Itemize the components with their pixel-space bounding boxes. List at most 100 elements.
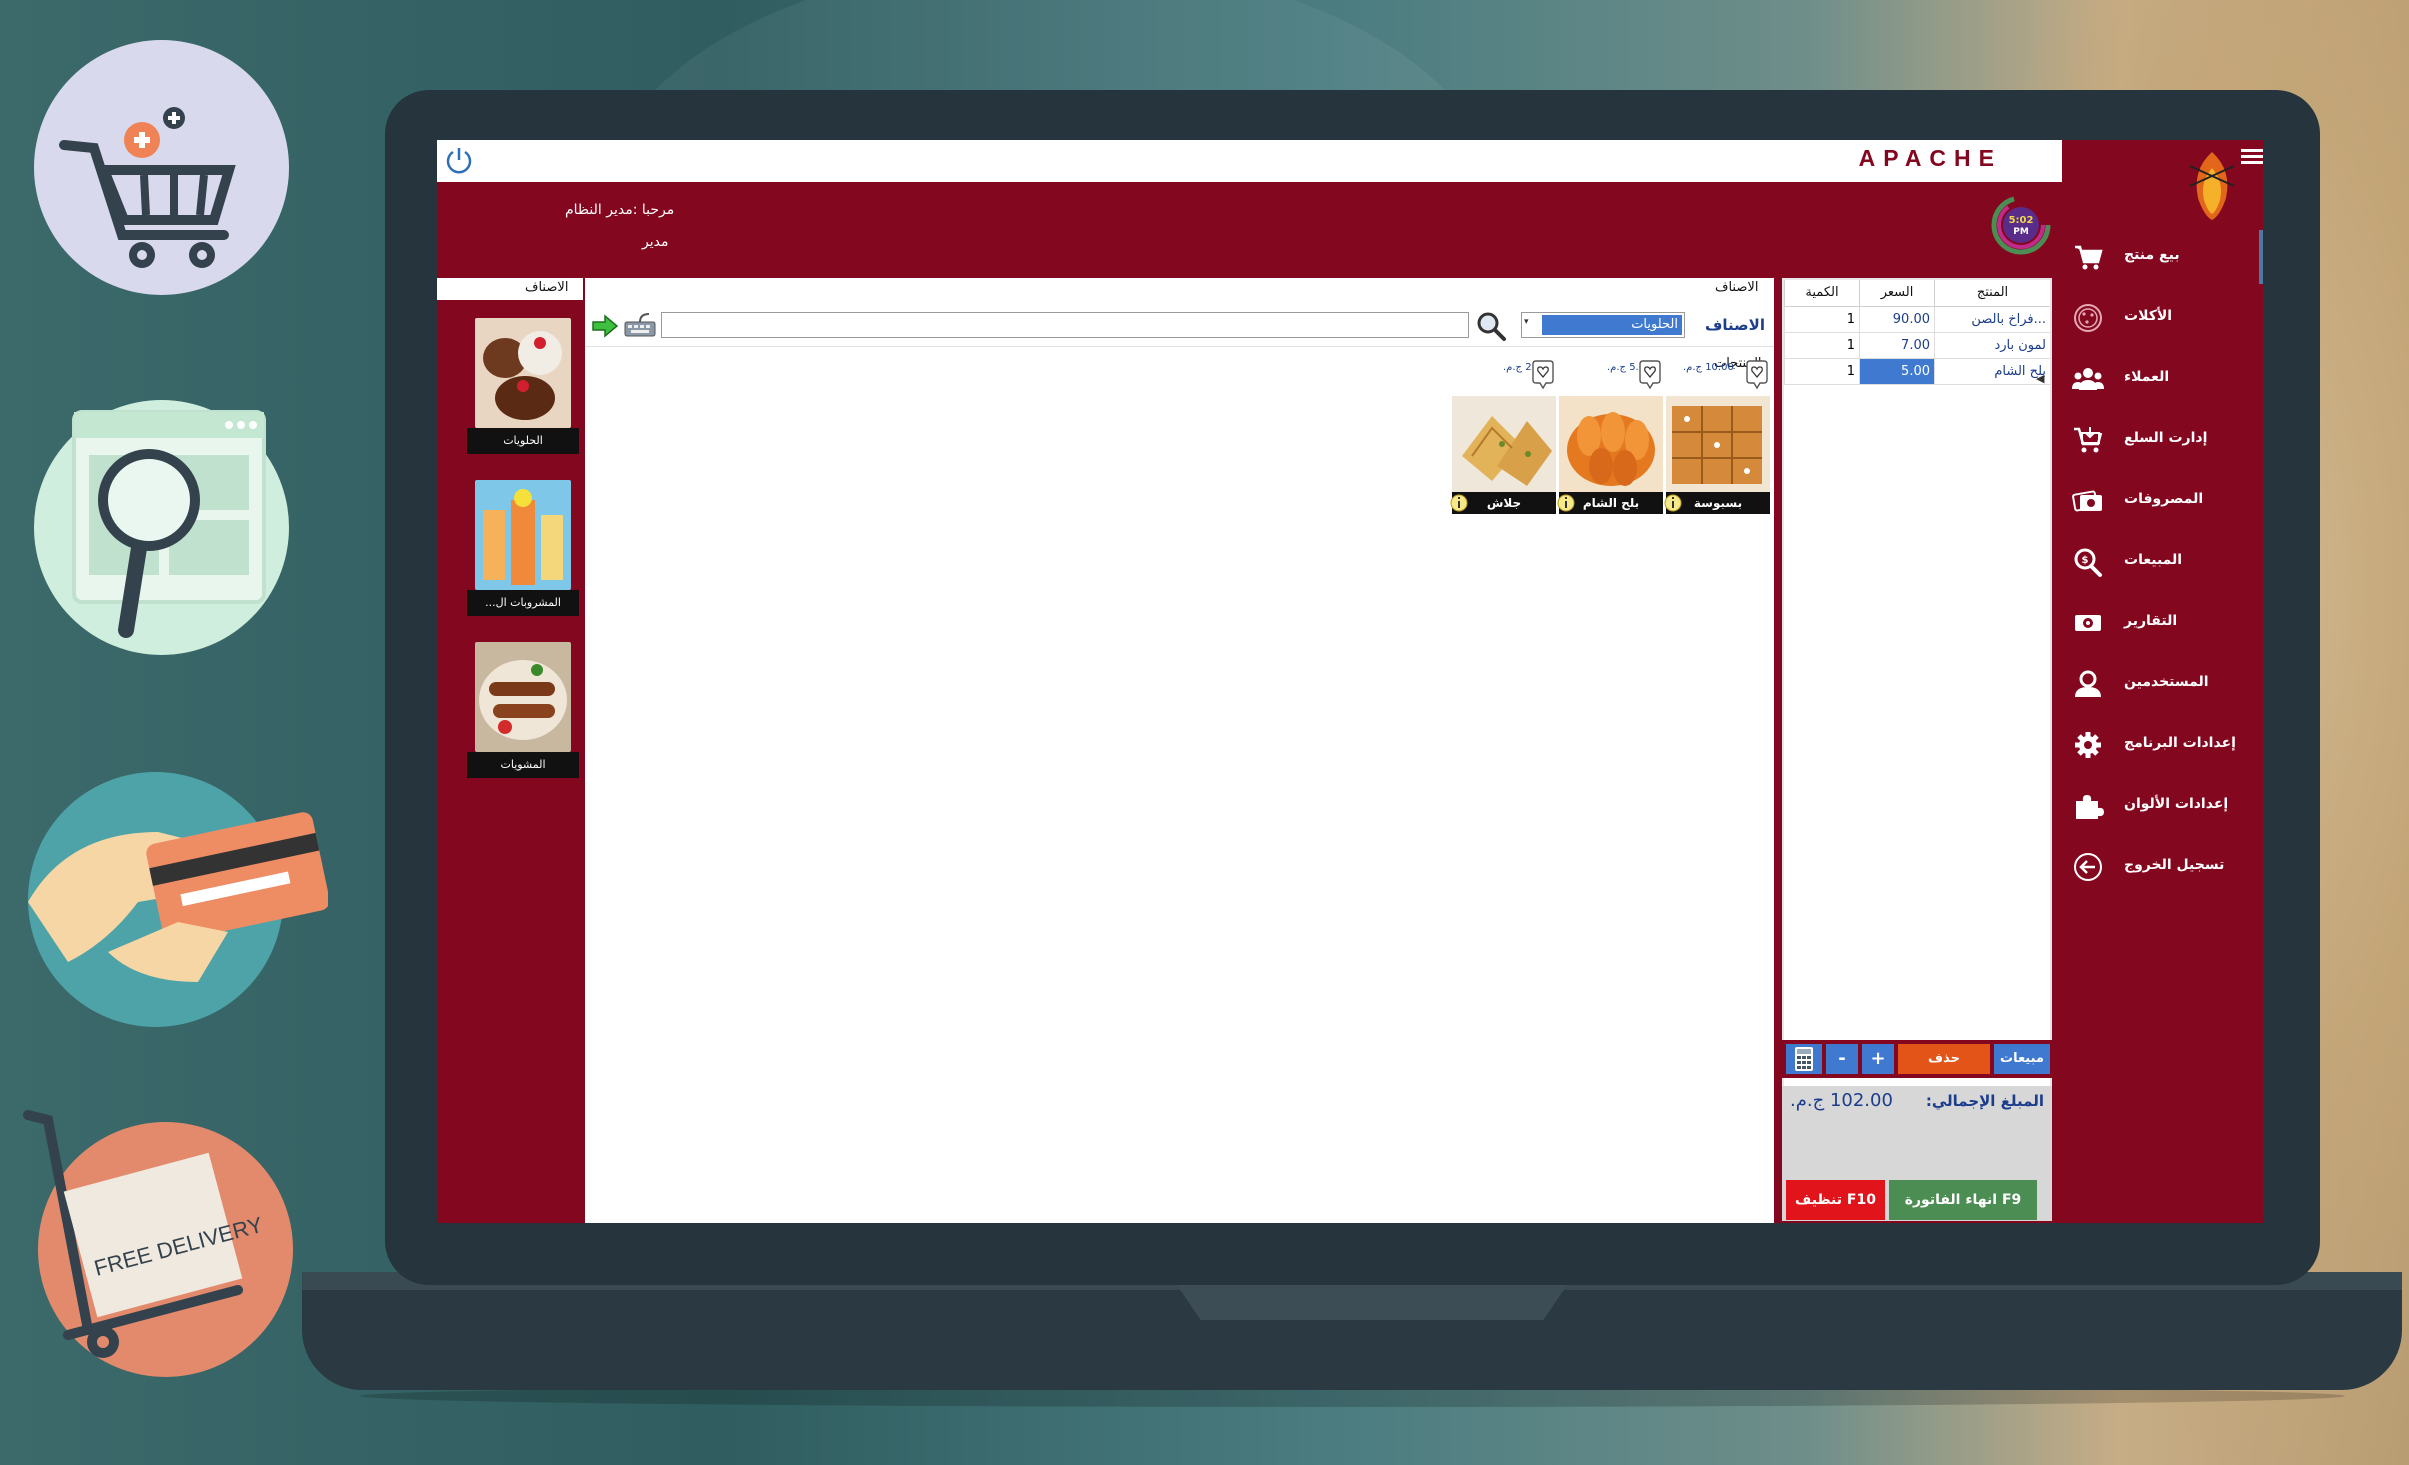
top-bar: APACHE xyxy=(437,140,2062,182)
search-input[interactable] xyxy=(661,312,1469,338)
sidebar-item-expenses[interactable]: المصروفات xyxy=(2062,474,2263,528)
cart-price[interactable]: 7.00 xyxy=(1859,332,1935,359)
product-card[interactable]: جلاش xyxy=(1450,396,1556,524)
plus-button[interactable]: + xyxy=(1862,1044,1894,1074)
sidebar-item-label: المستخدمين xyxy=(2124,674,2209,690)
minus-button[interactable]: - xyxy=(1826,1044,1858,1074)
promo-delivery-circle: FREE DELIVERY xyxy=(23,1110,293,1377)
app-brand: APACHE xyxy=(1858,145,2002,171)
svg-text:$: $ xyxy=(2082,555,2089,566)
section-label: الاصناف xyxy=(1715,280,1759,295)
sidebar-item-label: إدارت السلع xyxy=(2124,430,2208,446)
header-qty: الكمية xyxy=(1784,280,1860,307)
product-price: 10.00 ج.م. xyxy=(1683,362,1734,373)
category-select-value: الحلويات xyxy=(1542,315,1682,335)
products-panel: الاصناف الاصناف الحلويات ▾ المنتجات 10.0… xyxy=(585,278,1774,1223)
cart-price[interactable]: 5.00 xyxy=(1859,358,1935,385)
category-image-sweets xyxy=(475,318,571,428)
sidebar-item-label: الأكلات xyxy=(2124,308,2173,324)
heart-icon[interactable] xyxy=(1745,360,1769,390)
info-icon[interactable] xyxy=(1664,494,1682,512)
sales-button[interactable]: مبيعات xyxy=(1994,1044,2050,1074)
cart-product[interactable]: فراخ بالصن... xyxy=(1934,306,2050,333)
money-icon xyxy=(2072,490,2102,512)
end-invoice-button[interactable]: انهاء الفاتورة F9 xyxy=(1889,1180,2037,1220)
sidebar-item-label: إعدادات الألوان xyxy=(2124,796,2229,812)
promo-cart-circle xyxy=(34,40,289,295)
categories-title: الاصناف xyxy=(525,280,569,295)
product-card[interactable]: بسبوسة xyxy=(1664,396,1770,524)
power-icon[interactable] xyxy=(443,144,475,176)
arrow-right-icon[interactable] xyxy=(591,314,619,338)
calculator-icon xyxy=(1795,1047,1813,1071)
sidebar-item-label: التقارير xyxy=(2124,613,2178,629)
info-icon[interactable] xyxy=(1450,494,1468,512)
sidebar-item-label: المصروفات xyxy=(2124,491,2204,507)
category-name: المشويات xyxy=(467,752,579,778)
browser-search-icon xyxy=(72,410,266,638)
cart-product[interactable]: بلح الشام xyxy=(1934,358,2050,385)
table-row[interactable]: 1 5.00 بلح الشام xyxy=(1784,358,2050,385)
cart-qty[interactable]: 1 xyxy=(1784,358,1860,385)
sidebar-item-sales[interactable]: $ المبيعات xyxy=(2062,535,2263,589)
header-product: المنتج xyxy=(1934,280,2050,307)
cart-buttons: مبيعات حذف + - xyxy=(1782,1040,2052,1078)
search-sales-icon: $ xyxy=(2074,548,2102,577)
cart-qty[interactable]: 1 xyxy=(1784,332,1860,359)
category-select[interactable]: الحلويات ▾ xyxy=(1521,312,1685,338)
promo-card-circle xyxy=(28,772,328,1027)
category-name: الحلويات xyxy=(467,428,579,454)
category-card[interactable]: المشروبات ال... xyxy=(467,480,579,620)
reports-icon xyxy=(2075,615,2101,631)
sidebar-item-label: العملاء xyxy=(2124,369,2170,385)
heart-icon[interactable] xyxy=(1531,360,1555,390)
promo-browser-circle xyxy=(34,400,289,655)
welcome-text: مرحبا :مدير النظام xyxy=(565,202,675,218)
keyboard-icon[interactable] xyxy=(623,310,657,340)
total-box: المبلغ الإجمالي: 102.00 ج.م. انهاء الفات… xyxy=(1782,1086,2052,1221)
cart-download-icon xyxy=(2074,427,2103,453)
heart-icon[interactable] xyxy=(1638,360,1662,390)
search-icon[interactable] xyxy=(1475,310,1507,342)
category-image-drinks xyxy=(475,480,571,590)
clock-ampm: PM xyxy=(2013,227,2029,237)
category-card[interactable]: المشويات xyxy=(467,642,579,782)
calculator-button[interactable] xyxy=(1786,1044,1822,1074)
sidebar-item-customers[interactable]: العملاء xyxy=(2062,352,2263,406)
users-icon xyxy=(2072,368,2104,390)
table-row[interactable]: 1 90.00 فراخ بالصن... xyxy=(1784,306,2050,333)
cart-header-row: الكمية السعر المنتج xyxy=(1784,280,2050,307)
categories-column: الاصناف الحلويات المشروبات ال... المشويا… xyxy=(437,278,583,1223)
cart-product[interactable]: لمون بارد xyxy=(1934,332,2050,359)
info-icon[interactable] xyxy=(1557,494,1575,512)
sidebar-item-color-settings[interactable]: إعدادات الألوان xyxy=(2062,779,2263,833)
sidebar-item-meals[interactable]: الأكلات xyxy=(2062,291,2263,345)
logout-icon xyxy=(2074,853,2102,881)
sidebar-item-label: المبيعات xyxy=(2124,552,2183,568)
pizza-icon xyxy=(2074,304,2102,332)
sidebar-item-users[interactable]: المستخدمين xyxy=(2062,657,2263,711)
table-row[interactable]: 1 7.00 لمون بارد xyxy=(1784,332,2050,359)
category-image-grills xyxy=(475,642,571,752)
sidebar-item-logout[interactable]: تسجيل الخروج xyxy=(2062,840,2263,894)
clear-button[interactable]: تنظيف F10 xyxy=(1786,1180,1885,1220)
sidebar-item-label: بيع منتج xyxy=(2124,247,2180,263)
shopping-cart-add-icon xyxy=(59,107,236,268)
sidebar-item-sell-product[interactable]: بيع منتج xyxy=(2062,230,2263,284)
sidebar-item-goods-management[interactable]: إدارت السلع xyxy=(2062,413,2263,467)
category-card[interactable]: الحلويات xyxy=(467,318,579,458)
sidebar-item-label: إعدادات البرنامج xyxy=(2124,735,2236,751)
total-label: المبلغ الإجمالي: xyxy=(1925,1092,2044,1110)
sidebar-item-reports[interactable]: التقارير xyxy=(2062,596,2263,650)
cart-qty[interactable]: 1 xyxy=(1784,306,1860,333)
categories-header: الاصناف xyxy=(437,278,583,300)
delete-button[interactable]: حذف xyxy=(1898,1044,1990,1074)
sidebar-item-label: تسجيل الخروج xyxy=(2124,857,2225,873)
cart-price[interactable]: 90.00 xyxy=(1859,306,1935,333)
menu-icon[interactable] xyxy=(2241,146,2263,168)
chevron-down-icon[interactable]: ▾ xyxy=(1524,317,1529,327)
apache-logo xyxy=(2189,152,2235,220)
product-card[interactable]: بلح الشام xyxy=(1557,396,1663,524)
clock-time: 5:02 xyxy=(2009,215,2034,226)
sidebar-item-program-settings[interactable]: إعدادات البرنامج xyxy=(2062,718,2263,772)
